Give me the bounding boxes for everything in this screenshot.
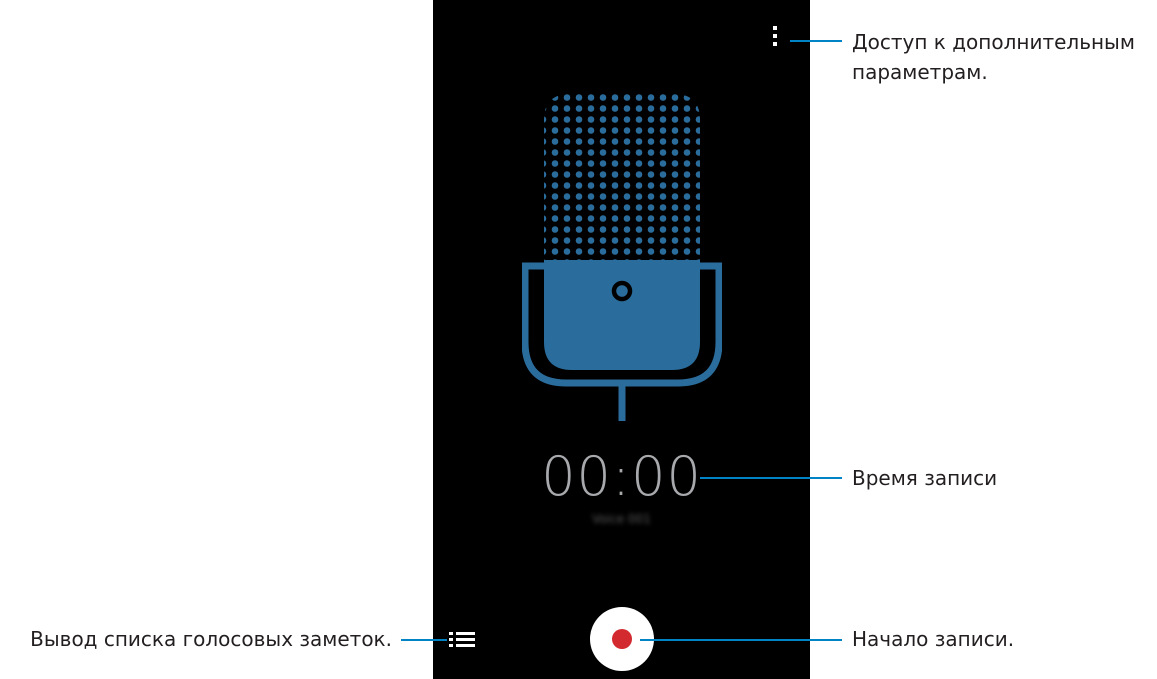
microphone-icon bbox=[522, 94, 722, 421]
callout-line-recordings-list bbox=[401, 639, 447, 641]
callout-more-options-line1: Доступ к дополнительным bbox=[852, 30, 1135, 54]
callout-recording-time: Время записи bbox=[852, 466, 998, 490]
record-icon bbox=[612, 629, 632, 649]
more-options-icon[interactable] bbox=[765, 23, 785, 51]
callout-line-start-recording bbox=[640, 639, 842, 641]
callout-line-more-options bbox=[790, 40, 842, 42]
callout-recordings-list: Вывод списка голосовых заметок. bbox=[30, 627, 392, 651]
callout-start-recording: Начало записи. bbox=[852, 627, 1015, 651]
recordings-list-icon[interactable] bbox=[445, 626, 479, 654]
recording-file-name: Voice 001 bbox=[592, 512, 651, 526]
callout-more-options-line2: параметрам. bbox=[852, 60, 988, 84]
voice-recorder-screen: 00:00 Voice 001 bbox=[433, 0, 810, 679]
callout-line-recording-time bbox=[700, 477, 842, 479]
